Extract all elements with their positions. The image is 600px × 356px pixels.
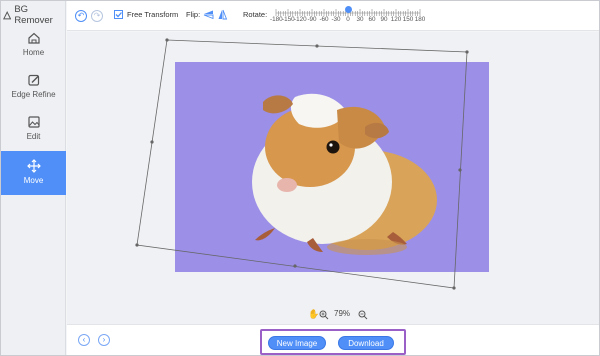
sidebar-item-home[interactable]: Home [1,31,66,73]
rotate-tick-label: -150 [282,16,295,23]
sidebar: BG Remover Home Edge Refine Edit Move [1,1,66,355]
previous-button[interactable]: ‹ [78,334,90,346]
undo-button[interactable]: ↶ [75,10,87,22]
free-transform-checkbox[interactable] [114,10,123,19]
rotate-label: Rotate: [243,10,268,19]
home-icon [27,32,40,44]
zoom-bar: ✋ 79% [67,306,599,324]
rotate-tick-label: 60 [368,16,376,23]
chevron-left-icon: ‹ [82,335,86,344]
sidebar-item-label: Home [22,48,45,57]
app-logo-icon [3,10,12,19]
rotate-tick-label: -60 [319,16,329,23]
checkmark-icon [115,12,122,18]
chevron-right-icon: › [102,335,106,344]
zoom-out-icon[interactable] [358,310,368,320]
rotate-tick-label: 0 [346,16,350,23]
redo-button[interactable]: ↷ [91,10,103,22]
rotate-tick-label: 90 [380,16,388,23]
free-transform-label: Free Transform [127,10,179,19]
next-button[interactable]: › [98,334,110,346]
undo-icon: ↶ [77,11,85,20]
rotate-tick-label: 30 [356,16,364,23]
image-canvas[interactable] [67,32,599,306]
app-window: BG Remover Home Edge Refine Edit Move ↶ … [0,0,600,356]
pan-hand-icon[interactable]: ✋ [308,309,319,320]
rotate-tick-label: 180 [414,16,426,23]
edge-refine-icon [27,74,39,86]
download-button[interactable]: Download [338,336,394,350]
canvas-artboard [135,38,489,290]
sidebar-item-edge-refine[interactable]: Edge Refine [1,73,66,115]
sidebar-item-move[interactable]: Move [1,151,66,195]
rotate-tick-label: -180 [270,16,283,23]
sidebar-item-label: Move [23,176,44,185]
app-title: BG Remover [14,4,53,26]
free-transform-toggle[interactable]: Free Transform [114,10,178,19]
redo-icon: ↷ [93,11,101,20]
footer-bar: ‹ › New Image Download [67,324,599,355]
new-image-button[interactable]: New Image [268,336,326,350]
app-title-bar: BG Remover [3,4,65,26]
rotate-tick-labels: -180 -150 -120 -90 -60 -30 0 30 60 90 120 150 180 [270,16,426,25]
rotate-tick-label: -120 [294,16,307,23]
sidebar-item-label: Edge Refine [11,90,56,99]
action-buttons-highlight: New Image Download [260,329,406,355]
flip-horizontal-icon[interactable] [217,9,228,20]
flip-vertical-icon[interactable] [203,9,214,20]
rotate-handle[interactable] [345,6,352,13]
move-arrows-icon [26,159,41,173]
toolbar: ↶ ↷ Free Transform Flip: Rotate: -180 -15… [67,1,599,31]
flip-label: Flip: [186,10,201,19]
rotate-slider[interactable]: -180 -150 -120 -90 -60 -30 0 30 60 90 120 150 180 [270,5,426,27]
edit-image-icon [27,116,40,128]
rotate-tick-label: -90 [307,16,317,23]
sidebar-item-label: Edit [26,132,41,141]
zoom-level: 79% [334,309,351,318]
zoom-in-icon[interactable] [319,310,329,320]
rotate-tick-label: 120 [390,16,402,23]
rotate-tick-label: -30 [331,16,341,23]
rotate-tick-label: 150 [402,16,414,23]
